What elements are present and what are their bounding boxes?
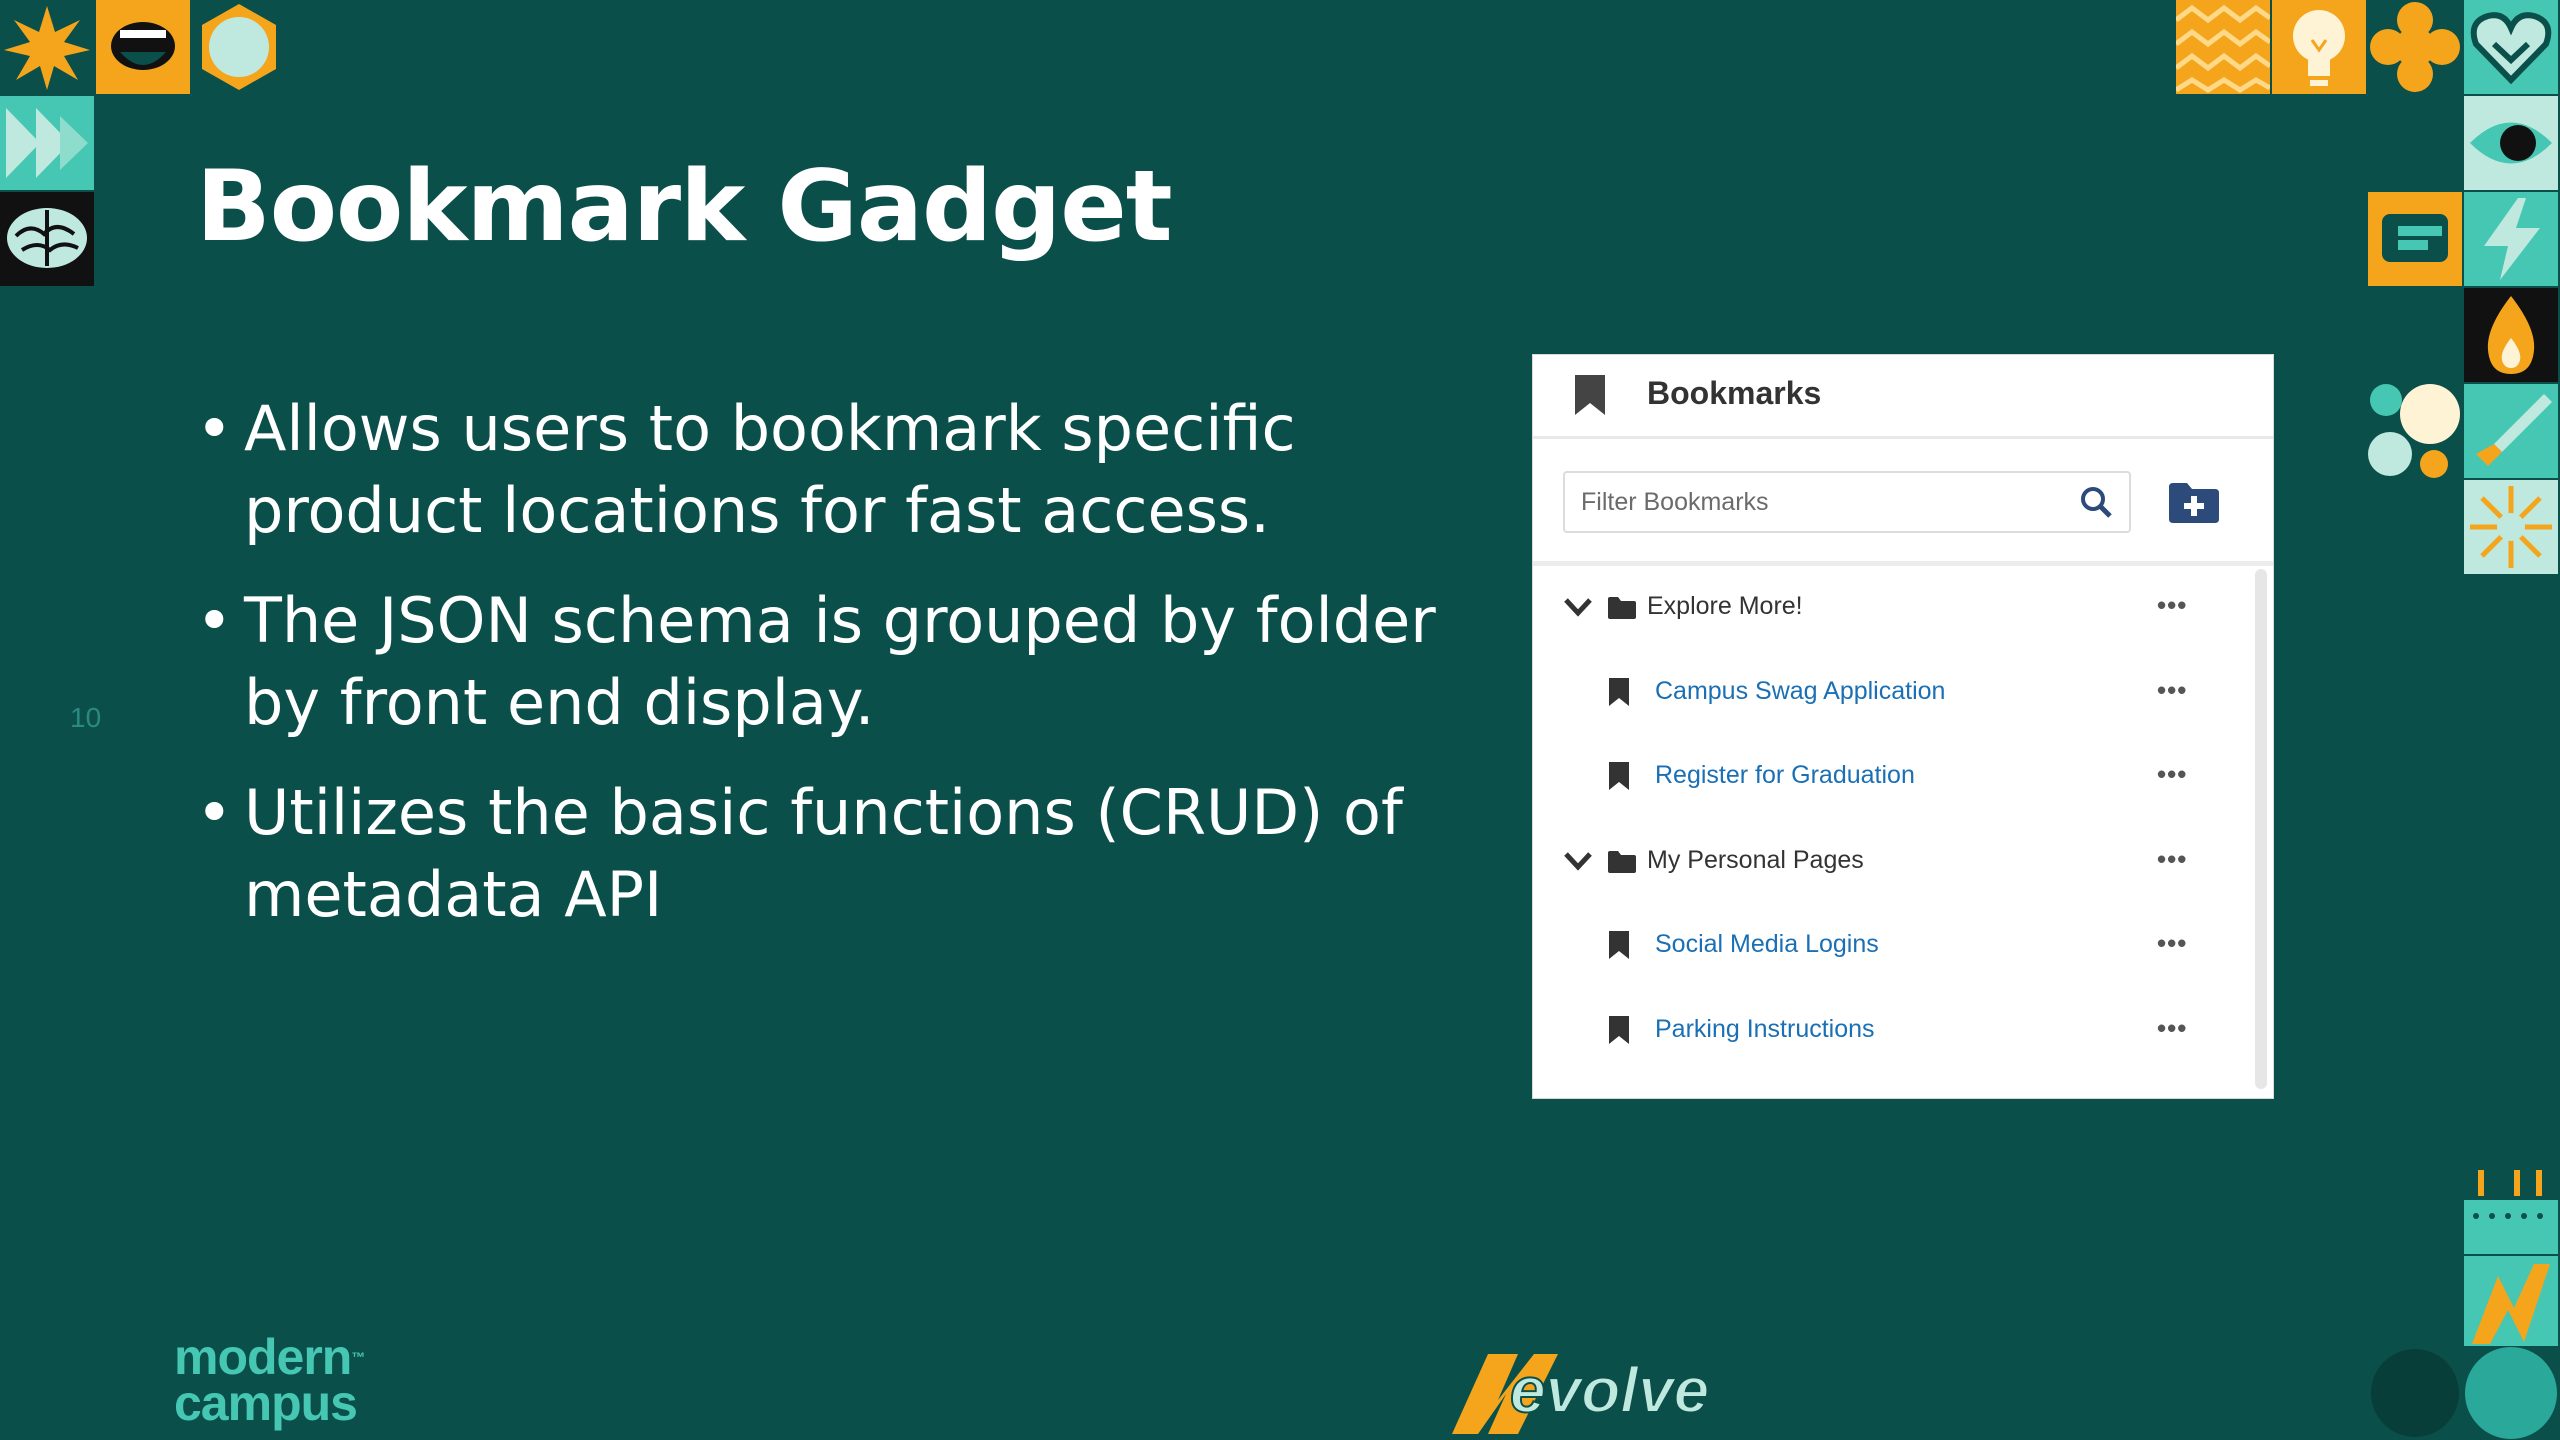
sun-icon xyxy=(0,0,94,94)
bookmark-icon xyxy=(1575,375,1605,415)
brain-icon xyxy=(0,192,94,286)
bookmark-row-social-media[interactable]: Social Media Logins ••• xyxy=(1533,904,2251,989)
bookmark-link[interactable]: Register for Graduation xyxy=(1655,761,1915,790)
bookmark-row-register-graduation[interactable]: Register for Graduation ••• xyxy=(1533,735,2251,820)
bookmark-icon xyxy=(1609,762,1629,790)
more-options-button[interactable]: ••• xyxy=(2157,590,2187,621)
more-options-button[interactable]: ••• xyxy=(2157,675,2187,706)
burst-icon xyxy=(2464,480,2558,574)
folder-label: Explore More! xyxy=(1647,592,1803,620)
hand-icon xyxy=(2368,192,2462,286)
slide-title: Bookmark Gadget xyxy=(196,150,1173,264)
more-options-button[interactable]: ••• xyxy=(2157,1013,2187,1044)
eye-icon xyxy=(2464,96,2558,190)
bookmark-icon xyxy=(1609,1015,1629,1044)
add-folder-icon[interactable] xyxy=(2167,479,2221,525)
trademark-symbol: ™ xyxy=(351,1349,365,1365)
bookmark-row-parking[interactable]: Parking Instructions ••• xyxy=(1533,989,2251,1074)
evolve-logo: evolve xyxy=(1452,1353,1710,1434)
dark-circle-icon xyxy=(2368,1346,2462,1440)
folder-icon xyxy=(1608,850,1636,873)
more-options-button[interactable]: ••• xyxy=(2157,844,2187,875)
bookmarks-panel: Bookmarks Explore More! ••• Campus Swag … xyxy=(1532,354,2274,1099)
modern-campus-logo: modern™ campus xyxy=(174,1332,365,1431)
teal-circle-icon xyxy=(2464,1346,2558,1440)
bullet-item: The JSON schema is grouped by folder by … xyxy=(196,580,1496,744)
bookmark-link[interactable]: Social Media Logins xyxy=(1655,930,1879,959)
scrollbar[interactable] xyxy=(2255,569,2267,1089)
more-options-button[interactable]: ••• xyxy=(2157,928,2187,959)
arrows-icon xyxy=(0,96,94,190)
evolve-logo-text: evolve xyxy=(1510,1354,1709,1426)
bookmark-icon xyxy=(1609,677,1629,706)
lightning-icon xyxy=(2464,192,2558,286)
lightbulb-icon xyxy=(2272,0,2366,94)
folder-icon xyxy=(1608,597,1636,619)
heart-icon xyxy=(2464,0,2558,94)
folder-row-explore-more[interactable]: Explore More! ••• xyxy=(1533,566,2251,651)
filter-bookmarks-input[interactable] xyxy=(1563,471,2131,533)
bolt-icon xyxy=(2464,1256,2558,1350)
chevron-down-icon[interactable] xyxy=(1563,850,1593,872)
bookmark-link[interactable]: Campus Swag Application xyxy=(1655,677,1945,706)
zigzag-icon xyxy=(2176,0,2270,94)
flower-icon xyxy=(2368,0,2462,94)
bullet-item: Utilizes the basic functions (CRUD) of m… xyxy=(196,772,1496,936)
rocket-icon xyxy=(2464,384,2558,478)
panel-header: Bookmarks xyxy=(1533,355,2273,439)
bullet-item: Allows users to bookmark specific produc… xyxy=(196,388,1496,552)
dots-icon xyxy=(2368,384,2462,478)
bookmark-row-campus-swag[interactable]: Campus Swag Application ••• xyxy=(1533,651,2251,736)
more-options-button[interactable]: ••• xyxy=(2157,759,2187,790)
bookmark-icon xyxy=(1609,931,1629,959)
flame-icon xyxy=(2464,288,2558,382)
folder-label: My Personal Pages xyxy=(1647,845,1864,874)
slide-number: 10 xyxy=(70,702,102,733)
folder-row-personal-pages[interactable]: My Personal Pages ••• xyxy=(1533,820,2251,905)
candles-icon xyxy=(2464,1160,2558,1254)
hexagon-icon xyxy=(192,0,286,94)
bookmark-link[interactable]: Parking Instructions xyxy=(1655,1015,1875,1044)
chevron-down-icon[interactable] xyxy=(1563,596,1593,618)
panel-title: Bookmarks xyxy=(1647,375,1822,411)
bookmark-list: Explore More! ••• Campus Swag Applicatio… xyxy=(1533,566,2251,1073)
mouth-icon xyxy=(96,0,190,94)
bullet-list: Allows users to bookmark specific produc… xyxy=(196,388,1496,964)
logo-text-line2: campus xyxy=(174,1375,358,1431)
search-icon[interactable] xyxy=(2079,485,2113,519)
